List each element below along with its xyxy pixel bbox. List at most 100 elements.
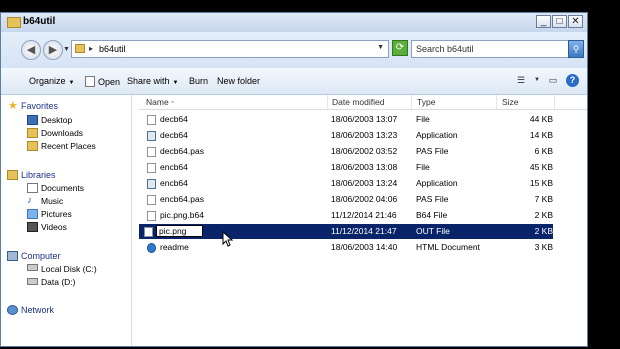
- window-title: b64util: [23, 16, 56, 27]
- chevron-right-icon[interactable]: ▸: [89, 44, 93, 53]
- file-row[interactable]: decb64 18/06/2003 13:23 Application 14 K…: [139, 128, 553, 143]
- chevron-down-icon[interactable]: ▼: [534, 74, 540, 87]
- address-box[interactable]: ▸ b64util ▼: [71, 40, 389, 58]
- nav-libraries[interactable]: Libraries: [21, 170, 56, 180]
- column-name-label: Name: [146, 97, 169, 107]
- computer-icon: [7, 251, 18, 261]
- preview-pane-icon[interactable]: ▭: [546, 74, 560, 87]
- file-size: 2 KB: [534, 210, 553, 220]
- column-divider[interactable]: [496, 95, 497, 109]
- file-row-selected[interactable]: pic.png 11/12/2014 21:47 OUT File 2 KB: [139, 224, 553, 239]
- column-divider[interactable]: [327, 95, 328, 109]
- share-with-button[interactable]: Share with ▼: [127, 76, 178, 86]
- column-name[interactable]: Name ^: [146, 97, 174, 107]
- file-date: 11/12/2014 21:47: [331, 226, 397, 236]
- recent-places-icon: [27, 141, 38, 151]
- nav-pictures[interactable]: Pictures: [41, 209, 72, 219]
- file-name: encb64.pas: [160, 194, 204, 204]
- file-row[interactable]: readme 18/06/2003 14:40 HTML Document 3 …: [139, 240, 553, 255]
- search-icon[interactable]: ⚲: [568, 40, 584, 58]
- minimize-button[interactable]: _: [536, 15, 551, 28]
- file-row[interactable]: encb64 18/06/2003 13:24 Application 15 K…: [139, 176, 553, 191]
- window-controls: _ □ ✕: [536, 15, 583, 28]
- file-date: 18/06/2003 14:40: [331, 242, 398, 252]
- nav-downloads[interactable]: Downloads: [41, 128, 83, 138]
- nav-network[interactable]: Network: [21, 305, 54, 315]
- file-date: 18/06/2003 13:23: [331, 130, 398, 140]
- navigation-pane: ★ Favorites Desktop Downloads Recent Pla…: [1, 95, 132, 346]
- network-icon: [7, 305, 18, 315]
- chevron-down-icon: ▼: [68, 80, 75, 86]
- organize-button[interactable]: Organize ▼: [29, 76, 74, 86]
- file-icon: [147, 115, 156, 125]
- file-date: 18/06/2003 13:08: [331, 162, 398, 172]
- document-icon: [85, 76, 95, 87]
- nav-local-disk[interactable]: Local Disk (C:): [41, 264, 97, 274]
- file-row[interactable]: pic.png.b64 11/12/2014 21:46 B64 File 2 …: [139, 208, 553, 223]
- file-type: Application: [416, 178, 458, 188]
- nav-documents[interactable]: Documents: [41, 183, 84, 193]
- close-button[interactable]: ✕: [568, 15, 583, 28]
- rename-input[interactable]: pic.png: [156, 225, 204, 237]
- pictures-icon: [27, 209, 38, 219]
- column-divider[interactable]: [554, 95, 555, 109]
- data-drive-icon: [27, 278, 38, 285]
- file-row[interactable]: decb64 18/06/2003 13:07 File 44 KB: [139, 112, 553, 127]
- nav-desktop[interactable]: Desktop: [41, 115, 72, 125]
- burn-button[interactable]: Burn: [189, 76, 208, 86]
- file-icon: [147, 211, 156, 221]
- chevron-down-icon: ▼: [172, 80, 179, 86]
- desktop-icon: [27, 115, 38, 125]
- column-date-modified[interactable]: Date modified: [332, 97, 384, 107]
- refresh-button[interactable]: ⟳: [392, 40, 408, 56]
- file-type: OUT File: [416, 226, 450, 236]
- help-icon[interactable]: ?: [566, 74, 579, 87]
- nav-data-drive[interactable]: Data (D:): [41, 277, 75, 287]
- file-type: PAS File: [416, 146, 449, 156]
- recent-pages-dropdown-icon[interactable]: ▼: [63, 46, 70, 53]
- file-type: File: [416, 114, 430, 124]
- nav-videos[interactable]: Videos: [41, 222, 67, 232]
- file-icon: [147, 163, 156, 173]
- nav-favorites[interactable]: Favorites: [21, 101, 58, 111]
- file-type: HTML Document: [416, 242, 480, 252]
- column-type[interactable]: Type: [417, 97, 435, 107]
- column-size[interactable]: Size: [502, 97, 519, 107]
- file-row[interactable]: encb64 18/06/2003 13:08 File 45 KB: [139, 160, 553, 175]
- maximize-button[interactable]: □: [552, 15, 567, 28]
- nav-computer[interactable]: Computer: [21, 251, 61, 261]
- open-button[interactable]: Open: [85, 76, 120, 87]
- file-name: decb64: [160, 130, 188, 140]
- view-controls: ☰ ▼ ▭ ?: [514, 74, 579, 87]
- share-with-label: Share with: [127, 76, 170, 86]
- new-folder-button[interactable]: New folder: [217, 76, 260, 86]
- file-size: 14 KB: [529, 130, 553, 140]
- application-icon: [147, 131, 156, 141]
- forward-button[interactable]: ▶: [43, 40, 63, 60]
- documents-icon: [27, 183, 38, 193]
- file-row[interactable]: encb64.pas 18/06/2002 04:06 PAS File 7 K…: [139, 192, 553, 207]
- address-path[interactable]: b64util: [99, 44, 126, 54]
- file-size: 44 KB: [529, 114, 553, 124]
- file-icon: [147, 147, 156, 157]
- nav-recent-places[interactable]: Recent Places: [41, 141, 96, 151]
- nav-music[interactable]: Music: [41, 196, 63, 206]
- file-row[interactable]: decb64.pas 18/06/2002 03:52 PAS File 6 K…: [139, 144, 553, 159]
- file-name: encb64: [160, 178, 188, 188]
- file-size: 15 KB: [529, 178, 553, 188]
- search-input[interactable]: Search b64util: [411, 40, 569, 58]
- back-button[interactable]: ◀: [21, 40, 41, 60]
- title-bar[interactable]: b64util _ □ ✕: [1, 13, 587, 32]
- file-name: pic.png.b64: [160, 210, 204, 220]
- html-document-icon: [147, 243, 156, 253]
- address-dropdown-icon[interactable]: ▼: [377, 44, 384, 51]
- folder-icon: [75, 44, 85, 53]
- explorer-window: b64util _ □ ✕ ◀ ▶ ▼ ▸ b64util ▼ ⟳ Search…: [0, 12, 588, 347]
- column-divider[interactable]: [411, 95, 412, 109]
- file-date: 18/06/2003 13:24: [331, 178, 398, 188]
- file-date: 18/06/2003 13:07: [331, 114, 398, 124]
- file-icon: [147, 195, 156, 205]
- file-type: Application: [416, 130, 458, 140]
- change-view-icon[interactable]: ☰: [514, 74, 528, 87]
- application-icon: [147, 179, 156, 189]
